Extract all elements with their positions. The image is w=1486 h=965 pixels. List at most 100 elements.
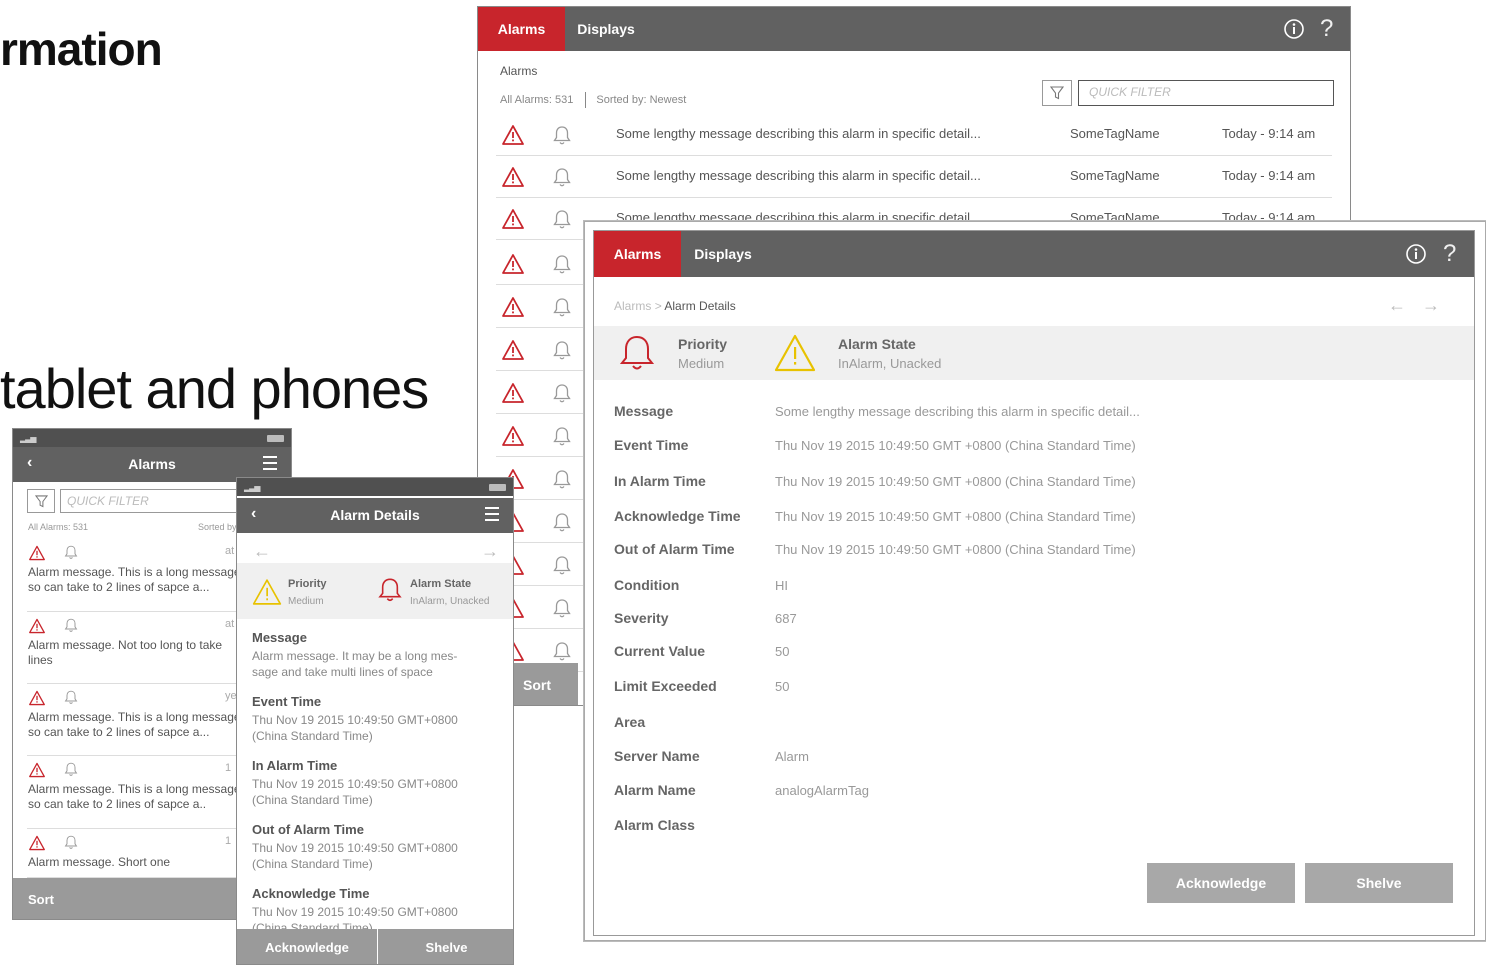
- alarm-row[interactable]: [496, 328, 596, 371]
- help-icon[interactable]: ?: [1320, 7, 1333, 51]
- funnel-icon: [34, 494, 48, 507]
- list-caption: Alarms: [500, 64, 538, 78]
- warning-triangle-icon: [29, 545, 45, 566]
- alarm-tag-name: SomeTagName: [1070, 126, 1160, 141]
- tab-displays[interactable]: Displays: [681, 231, 765, 277]
- acknowledge-button[interactable]: Acknowledge: [1147, 863, 1295, 903]
- alarm-row[interactable]: [496, 242, 596, 285]
- battery-icon: [489, 484, 506, 491]
- tab-alarms[interactable]: Alarms: [478, 7, 565, 51]
- acknowledge-button[interactable]: Acknowledge: [237, 929, 377, 964]
- alarm-tag-name: SomeTagName: [1070, 168, 1160, 183]
- field-value: Thu Nov 19 2015 10:49:50 GMT+0800 (China…: [252, 841, 458, 871]
- alarm-time: ye: [225, 690, 237, 702]
- bell-icon[interactable]: [551, 597, 573, 624]
- alarm-row[interactable]: [496, 414, 596, 457]
- alarm-row[interactable]: Some lengthy message describing this ala…: [496, 113, 1332, 156]
- bell-icon[interactable]: [551, 296, 573, 323]
- filter-button[interactable]: [1042, 80, 1072, 106]
- alarm-row[interactable]: Some lengthy message describing this ala…: [496, 155, 1332, 198]
- field-label: Event Time: [614, 437, 689, 453]
- menu-icon[interactable]: [485, 507, 499, 525]
- all-alarms-count: All Alarms: 531: [28, 522, 89, 532]
- bell-icon[interactable]: [551, 382, 573, 409]
- alarm-row[interactable]: [496, 285, 596, 328]
- prev-arrow-icon[interactable]: ←: [1388, 295, 1422, 315]
- field-label: Server Name: [614, 748, 700, 764]
- tab-alarms[interactable]: Alarms: [594, 231, 681, 277]
- status-band: Priority Medium Alarm State InAlarm, Una…: [594, 326, 1474, 380]
- field-label: Alarm Name: [614, 782, 696, 798]
- field-value: Thu Nov 19 2015 10:49:50 GMT +0800 (Chin…: [775, 438, 1136, 453]
- info-icon[interactable]: [1405, 231, 1427, 277]
- bell-icon[interactable]: [551, 511, 573, 538]
- info-icon[interactable]: [1283, 7, 1305, 51]
- menu-icon[interactable]: [263, 456, 277, 474]
- field-value: Thu Nov 19 2015 10:49:50 GMT +0800 (Chin…: [775, 542, 1136, 557]
- alarm-message: Some lengthy message describing this ala…: [616, 168, 981, 183]
- bell-icon[interactable]: [551, 339, 573, 366]
- field-label: Severity: [614, 610, 669, 626]
- phone-title: Alarm Details: [330, 507, 420, 523]
- field-value: Some lengthy message describing this ala…: [775, 404, 1140, 419]
- alarm-state-label: Alarm State: [838, 336, 916, 352]
- bell-icon[interactable]: [63, 617, 79, 638]
- alarm-state-label: Alarm State: [410, 578, 472, 590]
- sorted-by-label: Sorted by: Newest: [596, 93, 687, 106]
- field-label: Event Time: [252, 694, 322, 709]
- bell-icon[interactable]: [551, 208, 573, 235]
- field-label: Message: [614, 403, 674, 419]
- warning-icon: [252, 579, 282, 605]
- bell-icon[interactable]: [63, 544, 79, 565]
- next-arrow-icon[interactable]: →: [1422, 295, 1456, 315]
- quick-filter-input[interactable]: QUICK FILTER: [1078, 80, 1334, 106]
- bell-icon[interactable]: [551, 468, 573, 495]
- bell-icon[interactable]: [63, 761, 79, 782]
- field-label: Out of Alarm Time: [252, 822, 364, 837]
- bell-icon: [378, 578, 402, 602]
- alarm-state-value: InAlarm, Unacked: [838, 356, 942, 371]
- alarm-time: Today - 9:14 am: [1222, 126, 1316, 141]
- help-icon[interactable]: ?: [1443, 231, 1456, 277]
- top-nav-bar: Alarms Displays ?: [478, 7, 1350, 51]
- bell-icon[interactable]: [551, 124, 573, 151]
- field-label: Alarm Class: [614, 817, 695, 833]
- alarm-time: Today - 9:14 am: [1222, 168, 1316, 183]
- alarm-time: 1: [225, 762, 232, 774]
- field-value: 687: [775, 611, 797, 626]
- bell-icon[interactable]: [551, 253, 573, 280]
- filter-button[interactable]: [27, 489, 55, 513]
- warning-triangle-icon: [502, 253, 524, 280]
- funnel-icon: [1050, 86, 1064, 100]
- alarm-message: Some lengthy message describing this ala…: [616, 126, 981, 141]
- bell-icon[interactable]: [551, 425, 573, 452]
- field-value: analogAlarmTag: [775, 783, 869, 798]
- alarm-state-value: InAlarm, Unacked: [410, 596, 490, 607]
- field-value: Alarm message. It may be a long mes- sag…: [252, 649, 458, 679]
- bell-icon[interactable]: [551, 554, 573, 581]
- record-navigation: ← →: [237, 541, 513, 561]
- next-arrow-icon[interactable]: →: [481, 541, 499, 562]
- sorted-by-label: Sorted by: [198, 522, 237, 532]
- shelve-button[interactable]: Shelve: [1305, 863, 1453, 903]
- prev-arrow-icon[interactable]: ←: [253, 541, 271, 562]
- warning-triangle-icon: [502, 339, 524, 366]
- field-label: Message: [252, 630, 307, 645]
- field-label: In Alarm Time: [252, 758, 338, 773]
- breadcrumb-alarms[interactable]: Alarms: [614, 299, 651, 313]
- bell-icon[interactable]: [63, 689, 79, 710]
- priority-value: Medium: [288, 596, 324, 607]
- shelve-button[interactable]: Shelve: [378, 929, 513, 964]
- field-label: Condition: [614, 577, 680, 593]
- alarm-row[interactable]: [496, 371, 596, 414]
- field-value: Thu Nov 19 2015 10:49:50 GMT+0800 (China…: [252, 777, 458, 807]
- tab-displays[interactable]: Displays: [565, 7, 647, 51]
- warning-triangle-icon: [29, 690, 45, 711]
- slide-title: rmation: [0, 23, 163, 75]
- warning-triangle-icon: [502, 382, 524, 409]
- bell-icon[interactable]: [63, 834, 79, 855]
- phone-header: ‹ Alarm Details: [237, 498, 513, 533]
- bell-icon[interactable]: [551, 166, 573, 193]
- field-label: Acknowledge Time: [252, 886, 370, 901]
- priority-value: Medium: [678, 356, 725, 371]
